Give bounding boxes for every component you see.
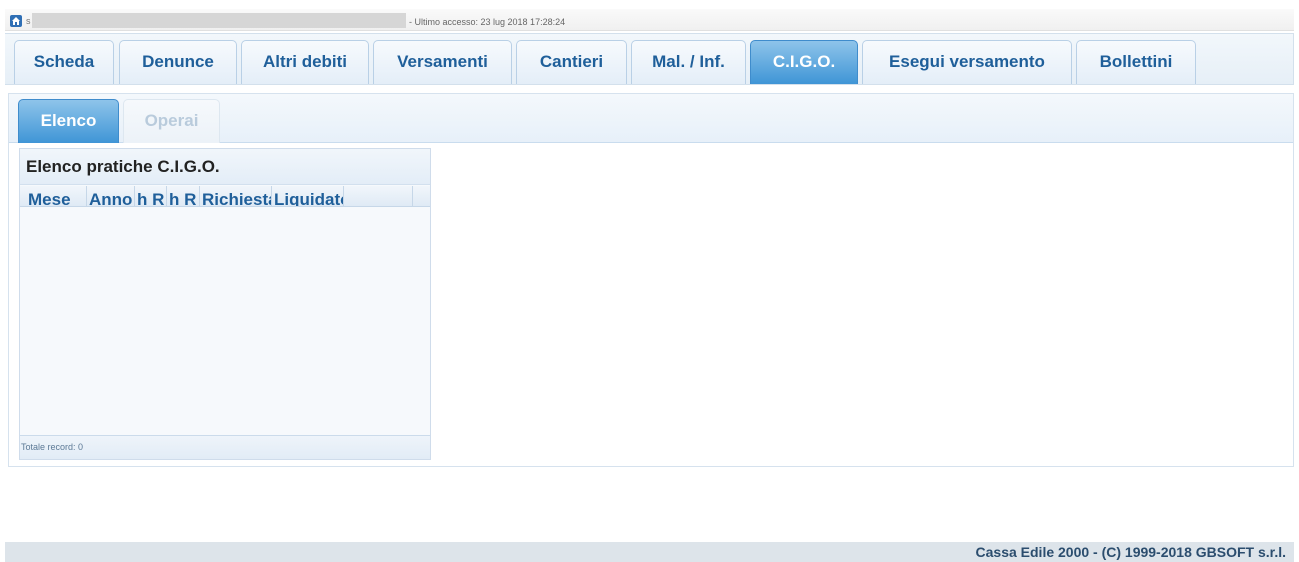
sub-tab-bar: Elenco Operai — [9, 94, 1293, 143]
column-header-liquidato[interactable]: Liquidato — [272, 186, 344, 206]
grid-title: Elenco pratiche C.I.G.O. — [20, 149, 430, 185]
tab-mal-inf[interactable]: Mal. / Inf. — [631, 40, 746, 84]
grid-body[interactable] — [20, 207, 430, 436]
content-panel: Elenco Operai Elenco pratiche C.I.G.O. M… — [8, 93, 1294, 467]
column-header-h-r-1[interactable]: h R — [135, 186, 167, 206]
app-window: s - Ultimo accesso: 23 lug 2018 17:28:24… — [0, 0, 1299, 562]
tab-scheda[interactable]: Scheda — [14, 40, 114, 84]
tab-esegui-versamento[interactable]: Esegui versamento — [862, 40, 1072, 84]
column-header-mese[interactable]: Mese — [20, 186, 87, 206]
user-name: s — [26, 16, 31, 26]
grid-footer: Totale record: 0 — [20, 435, 430, 459]
column-header-anno[interactable]: Anno — [87, 186, 135, 206]
status-bar: s - Ultimo accesso: 23 lug 2018 17:28:24 — [5, 9, 1294, 31]
grid-header: Mese Anno h R h R Richiesta Liquidato — [20, 186, 430, 207]
subtab-operai: Operai — [123, 99, 220, 143]
copyright-footer: Cassa Edile 2000 - (C) 1999-2018 GBSOFT … — [5, 542, 1294, 562]
last-access-text: - Ultimo accesso: 23 lug 2018 17:28:24 — [409, 17, 566, 27]
tab-versamenti[interactable]: Versamenti — [373, 40, 512, 84]
column-header-spacer — [412, 186, 430, 206]
main-tab-bar: Scheda Denunce Altri debiti Versamenti C… — [5, 33, 1294, 85]
tab-denunce[interactable]: Denunce — [119, 40, 237, 84]
cigo-grid: Elenco pratiche C.I.G.O. Mese Anno h R h… — [19, 148, 431, 460]
column-header-richiesta[interactable]: Richiesta — [200, 186, 272, 206]
tab-bollettini[interactable]: Bollettini — [1076, 40, 1196, 84]
tab-cantieri[interactable]: Cantieri — [516, 40, 627, 84]
home-icon[interactable] — [10, 15, 22, 27]
tab-altri-debiti[interactable]: Altri debiti — [241, 40, 369, 84]
subtab-elenco[interactable]: Elenco — [18, 99, 119, 143]
redacted-user-info — [32, 13, 406, 28]
column-header-h-r-2[interactable]: h R — [167, 186, 200, 206]
tab-cigo[interactable]: C.I.G.O. — [750, 40, 858, 84]
